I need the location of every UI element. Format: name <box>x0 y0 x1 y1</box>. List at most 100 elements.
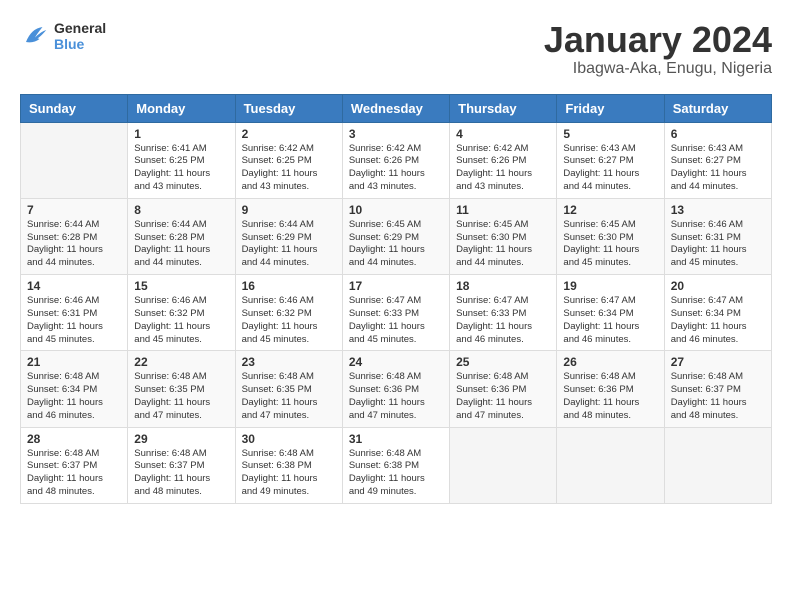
day-number: 26 <box>563 355 657 369</box>
title-block: January 2024 Ibagwa-Aka, Enugu, Nigeria <box>544 20 772 78</box>
day-info: Sunrise: 6:48 AMSunset: 6:37 PMDaylight:… <box>134 448 228 499</box>
calendar-cell <box>450 427 557 503</box>
calendar-cell: 5 Sunrise: 6:43 AMSunset: 6:27 PMDaylight… <box>557 122 664 198</box>
calendar-cell: 27 Sunrise: 6:48 AMSunset: 6:37 PMDayligh… <box>664 351 771 427</box>
day-info: Sunrise: 6:41 AMSunset: 6:25 PMDaylight:… <box>134 143 228 194</box>
day-number: 31 <box>349 432 443 446</box>
day-info: Sunrise: 6:48 AMSunset: 6:34 PMDaylight:… <box>27 371 121 422</box>
day-number: 18 <box>456 279 550 293</box>
weekday-header-saturday: Saturday <box>664 94 771 122</box>
day-info: Sunrise: 6:46 AMSunset: 6:31 PMDaylight:… <box>27 295 121 346</box>
page-header: General Blue January 2024 Ibagwa-Aka, En… <box>20 20 772 78</box>
day-info: Sunrise: 6:46 AMSunset: 6:31 PMDaylight:… <box>671 219 765 270</box>
calendar-cell: 8 Sunrise: 6:44 AMSunset: 6:28 PMDaylight… <box>128 198 235 274</box>
calendar-cell: 14 Sunrise: 6:46 AMSunset: 6:31 PMDayligh… <box>21 275 128 351</box>
day-number: 21 <box>27 355 121 369</box>
day-info: Sunrise: 6:47 AMSunset: 6:33 PMDaylight:… <box>456 295 550 346</box>
calendar-cell: 9Sunrise: 6:44 AMSunset: 6:29 PMDaylight… <box>235 198 342 274</box>
day-info: Sunrise: 6:42 AMSunset: 6:25 PMDaylight:… <box>242 143 336 194</box>
calendar-cell: 7 Sunrise: 6:44 AMSunset: 6:28 PMDaylight… <box>21 198 128 274</box>
day-info: Sunrise: 6:48 AMSunset: 6:36 PMDaylight:… <box>456 371 550 422</box>
calendar-cell: 22 Sunrise: 6:48 AMSunset: 6:35 PMDayligh… <box>128 351 235 427</box>
calendar-cell: 16Sunrise: 6:46 AMSunset: 6:32 PMDayligh… <box>235 275 342 351</box>
day-info: Sunrise: 6:44 AMSunset: 6:28 PMDaylight:… <box>134 219 228 270</box>
day-number: 1 <box>134 127 228 141</box>
day-info: Sunrise: 6:47 AMSunset: 6:34 PMDaylight:… <box>671 295 765 346</box>
calendar-cell: 6Sunrise: 6:43 AMSunset: 6:27 PMDaylight… <box>664 122 771 198</box>
weekday-header-wednesday: Wednesday <box>342 94 449 122</box>
calendar-cell: 30 Sunrise: 6:48 AMSunset: 6:38 PMDayligh… <box>235 427 342 503</box>
calendar-week-row: 21 Sunrise: 6:48 AMSunset: 6:34 PMDayligh… <box>21 351 772 427</box>
weekday-header-monday: Monday <box>128 94 235 122</box>
day-number: 7 <box>27 203 121 217</box>
calendar-week-row: 28 Sunrise: 6:48 AMSunset: 6:37 PMDayligh… <box>21 427 772 503</box>
day-info: Sunrise: 6:43 AMSunset: 6:27 PMDaylight:… <box>563 143 657 194</box>
day-info: Sunrise: 6:48 AMSunset: 6:35 PMDaylight:… <box>134 371 228 422</box>
day-number: 15 <box>134 279 228 293</box>
calendar-cell: 28 Sunrise: 6:48 AMSunset: 6:37 PMDayligh… <box>21 427 128 503</box>
day-number: 13 <box>671 203 765 217</box>
calendar-cell: 3Sunrise: 6:42 AMSunset: 6:26 PMDaylight… <box>342 122 449 198</box>
day-info: Sunrise: 6:46 AMSunset: 6:32 PMDaylight:… <box>242 295 336 346</box>
day-info: Sunrise: 6:48 AMSunset: 6:38 PMDaylight:… <box>349 448 443 499</box>
day-info: Sunrise: 6:48 AMSunset: 6:37 PMDaylight:… <box>671 371 765 422</box>
day-info: Sunrise: 6:48 AMSunset: 6:38 PMDaylight:… <box>242 448 336 499</box>
calendar-cell: 21 Sunrise: 6:48 AMSunset: 6:34 PMDayligh… <box>21 351 128 427</box>
day-number: 20 <box>671 279 765 293</box>
calendar-table: SundayMondayTuesdayWednesdayThursdayFrid… <box>20 94 772 504</box>
day-info: Sunrise: 6:45 AMSunset: 6:30 PMDaylight:… <box>563 219 657 270</box>
day-number: 22 <box>134 355 228 369</box>
day-number: 11 <box>456 203 550 217</box>
weekday-header-friday: Friday <box>557 94 664 122</box>
day-info: Sunrise: 6:44 AMSunset: 6:29 PMDaylight:… <box>242 219 336 270</box>
day-info: Sunrise: 6:47 AMSunset: 6:33 PMDaylight:… <box>349 295 443 346</box>
logo-text: General Blue <box>54 20 106 52</box>
calendar-week-row: 7 Sunrise: 6:44 AMSunset: 6:28 PMDaylight… <box>21 198 772 274</box>
day-info: Sunrise: 6:48 AMSunset: 6:37 PMDaylight:… <box>27 448 121 499</box>
day-info: Sunrise: 6:48 AMSunset: 6:35 PMDaylight:… <box>242 371 336 422</box>
calendar-week-row: 14 Sunrise: 6:46 AMSunset: 6:31 PMDayligh… <box>21 275 772 351</box>
location-subtitle: Ibagwa-Aka, Enugu, Nigeria <box>544 60 772 78</box>
calendar-cell: 26 Sunrise: 6:48 AMSunset: 6:36 PMDayligh… <box>557 351 664 427</box>
day-info: Sunrise: 6:45 AMSunset: 6:29 PMDaylight:… <box>349 219 443 270</box>
day-number: 5 <box>563 127 657 141</box>
calendar-cell: 15 Sunrise: 6:46 AMSunset: 6:32 PMDayligh… <box>128 275 235 351</box>
day-number: 8 <box>134 203 228 217</box>
day-number: 10 <box>349 203 443 217</box>
day-info: Sunrise: 6:45 AMSunset: 6:30 PMDaylight:… <box>456 219 550 270</box>
calendar-cell: 23 Sunrise: 6:48 AMSunset: 6:35 PMDayligh… <box>235 351 342 427</box>
day-number: 27 <box>671 355 765 369</box>
calendar-cell: 24Sunrise: 6:48 AMSunset: 6:36 PMDayligh… <box>342 351 449 427</box>
day-number: 23 <box>242 355 336 369</box>
day-info: Sunrise: 6:47 AMSunset: 6:34 PMDaylight:… <box>563 295 657 346</box>
day-number: 29 <box>134 432 228 446</box>
weekday-header-sunday: Sunday <box>21 94 128 122</box>
calendar-cell: 31 Sunrise: 6:48 AMSunset: 6:38 PMDayligh… <box>342 427 449 503</box>
calendar-cell <box>557 427 664 503</box>
day-number: 28 <box>27 432 121 446</box>
calendar-cell: 18 Sunrise: 6:47 AMSunset: 6:33 PMDayligh… <box>450 275 557 351</box>
day-info: Sunrise: 6:48 AMSunset: 6:36 PMDaylight:… <box>563 371 657 422</box>
calendar-cell: 20 Sunrise: 6:47 AMSunset: 6:34 PMDayligh… <box>664 275 771 351</box>
logo: General Blue <box>20 20 106 52</box>
day-info: Sunrise: 6:46 AMSunset: 6:32 PMDaylight:… <box>134 295 228 346</box>
day-number: 30 <box>242 432 336 446</box>
calendar-cell: 25Sunrise: 6:48 AMSunset: 6:36 PMDayligh… <box>450 351 557 427</box>
day-number: 17 <box>349 279 443 293</box>
calendar-cell: 29 Sunrise: 6:48 AMSunset: 6:37 PMDayligh… <box>128 427 235 503</box>
weekday-header-row: SundayMondayTuesdayWednesdayThursdayFrid… <box>21 94 772 122</box>
day-info: Sunrise: 6:44 AMSunset: 6:28 PMDaylight:… <box>27 219 121 270</box>
calendar-cell: 13 Sunrise: 6:46 AMSunset: 6:31 PMDayligh… <box>664 198 771 274</box>
day-info: Sunrise: 6:42 AMSunset: 6:26 PMDaylight:… <box>349 143 443 194</box>
calendar-cell: 17 Sunrise: 6:47 AMSunset: 6:33 PMDayligh… <box>342 275 449 351</box>
calendar-title: January 2024 <box>544 20 772 60</box>
calendar-cell: 12Sunrise: 6:45 AMSunset: 6:30 PMDayligh… <box>557 198 664 274</box>
calendar-cell: 1 Sunrise: 6:41 AMSunset: 6:25 PMDaylight… <box>128 122 235 198</box>
day-info: Sunrise: 6:42 AMSunset: 6:26 PMDaylight:… <box>456 143 550 194</box>
calendar-cell: 2Sunrise: 6:42 AMSunset: 6:25 PMDaylight… <box>235 122 342 198</box>
calendar-week-row: 1 Sunrise: 6:41 AMSunset: 6:25 PMDaylight… <box>21 122 772 198</box>
day-number: 14 <box>27 279 121 293</box>
calendar-cell <box>21 122 128 198</box>
calendar-cell <box>664 427 771 503</box>
weekday-header-tuesday: Tuesday <box>235 94 342 122</box>
